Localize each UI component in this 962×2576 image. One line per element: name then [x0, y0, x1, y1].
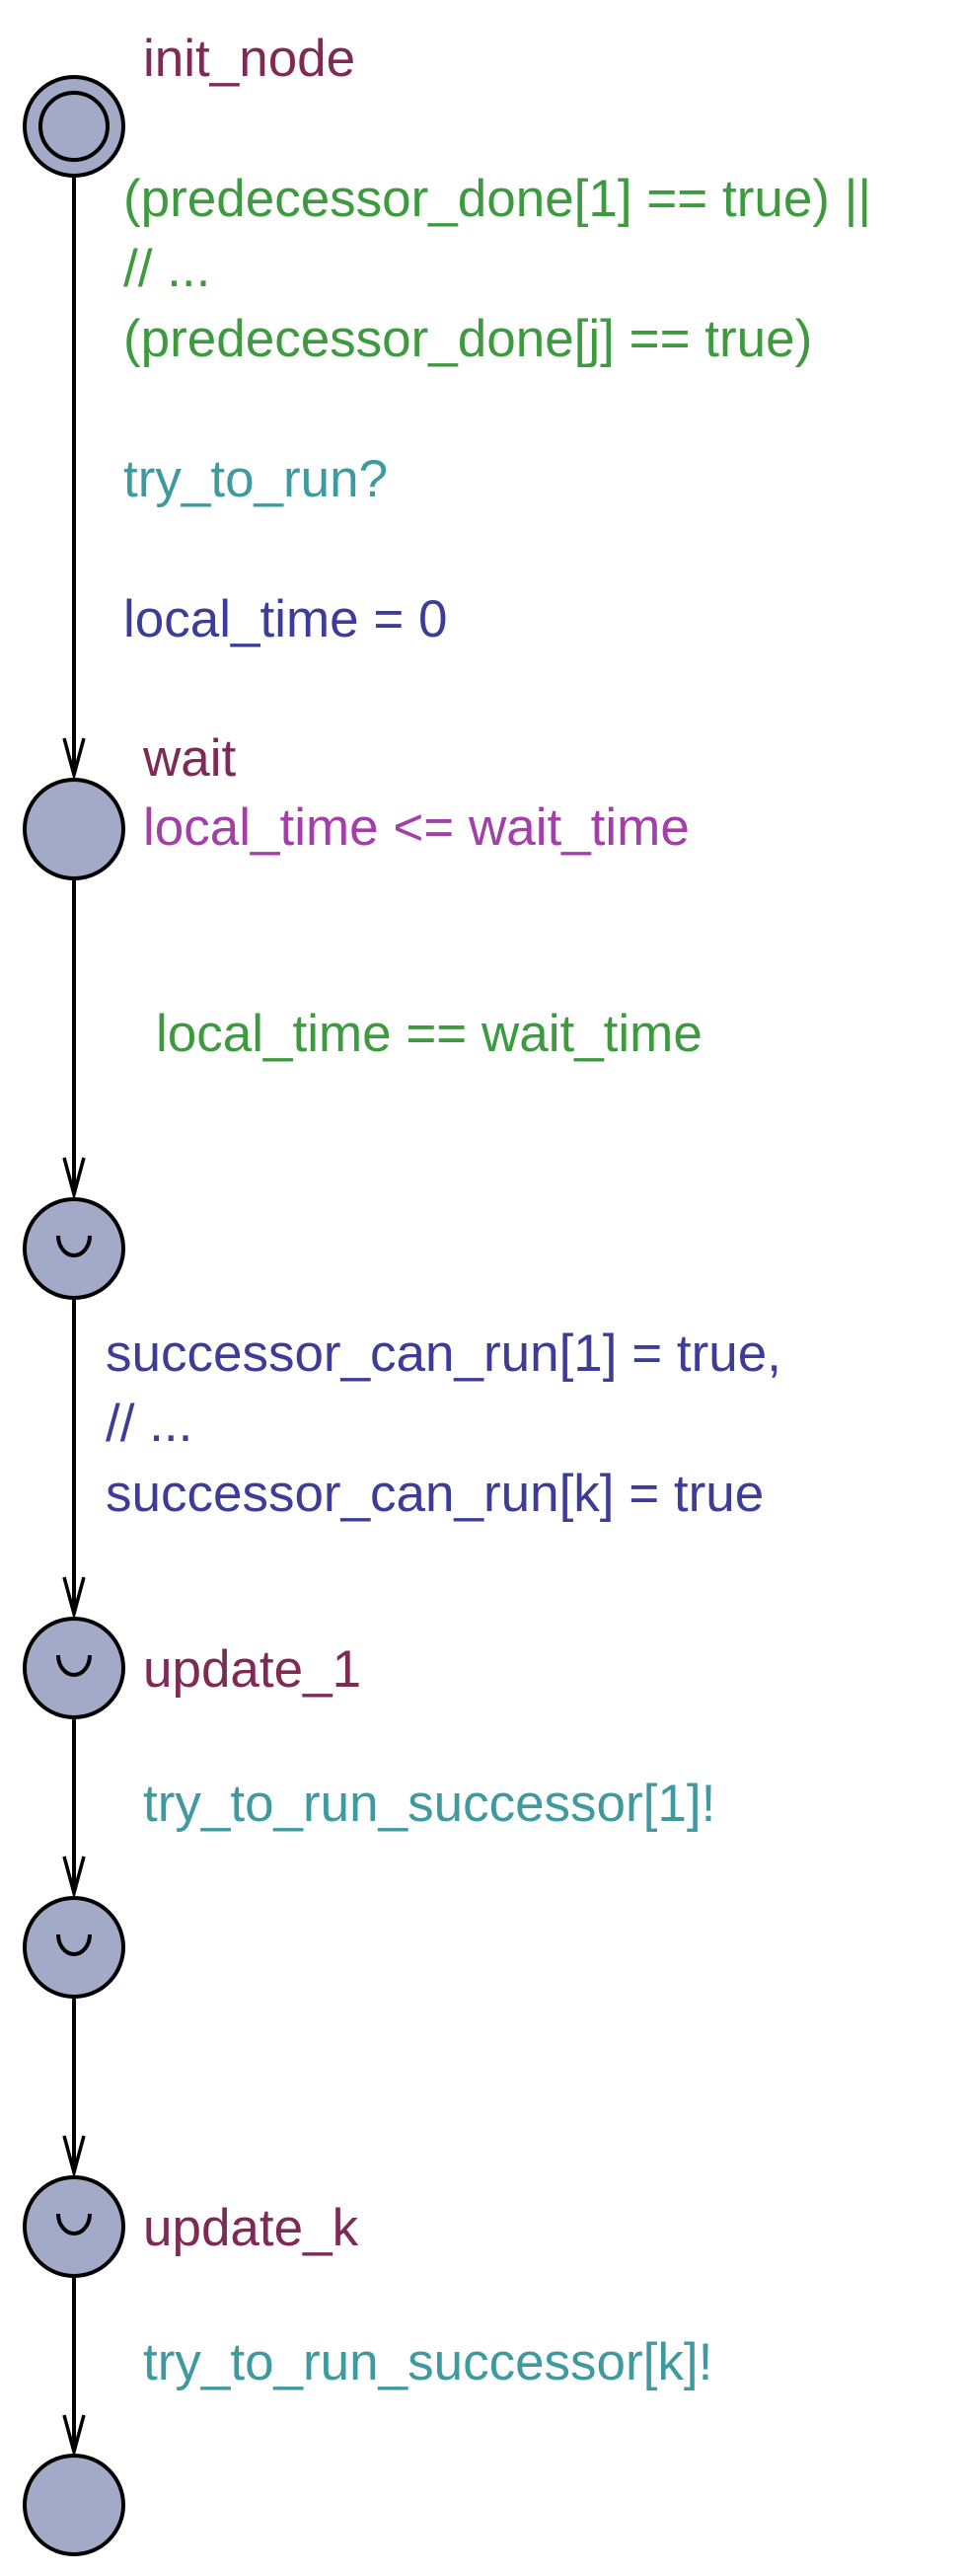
location-committed-2	[23, 1896, 125, 1999]
location-end	[23, 2454, 125, 2556]
edge-update-1-to-committed-2	[62, 1717, 86, 1900]
edge-init-to-wait	[62, 176, 86, 782]
edge-committed-2-to-update-k	[62, 1997, 86, 2179]
invariant-wait: local_time <= wait_time	[143, 798, 690, 857]
guard-line-1: (predecessor_done[1] == true) ||	[123, 170, 872, 228]
location-update-k	[23, 2175, 125, 2278]
sync-successor-1: try_to_run_successor[1]!	[143, 1775, 716, 1833]
update-line-1: successor_can_run[1] = true,	[106, 1325, 781, 1383]
sync-try-to-run: try_to_run?	[123, 450, 389, 508]
location-name-wait: wait	[143, 729, 237, 788]
automaton-graph	[23, 75, 125, 2556]
edge-update-k-to-end	[62, 2276, 86, 2459]
guard-wait-time: local_time == wait_time	[156, 1005, 703, 1063]
edge-wait-to-committed-1	[62, 878, 86, 1201]
location-init-node	[23, 75, 125, 178]
update-line-2: // ...	[106, 1395, 193, 1453]
guard-line-2: // ...	[123, 240, 211, 298]
location-name-update-k: update_k	[143, 2199, 359, 2257]
location-name-init-node: init_node	[143, 30, 356, 88]
edge-committed-1-to-update-1	[62, 1298, 86, 1621]
guard-line-3: (predecessor_done[j] == true)	[123, 310, 813, 368]
timed-automaton-diagram: init_node wait local_time <= wait_time u…	[0, 0, 962, 2576]
initial-marker-icon	[38, 91, 110, 162]
location-wait	[23, 778, 125, 880]
update-line-3: successor_can_run[k] = true	[106, 1465, 765, 1523]
location-name-update-1: update_1	[143, 1640, 362, 1699]
sync-successor-k: try_to_run_successor[k]!	[143, 2333, 713, 2391]
location-committed-1	[23, 1197, 125, 1300]
location-update-1	[23, 1617, 125, 1719]
update-local-time: local_time = 0	[123, 590, 448, 648]
